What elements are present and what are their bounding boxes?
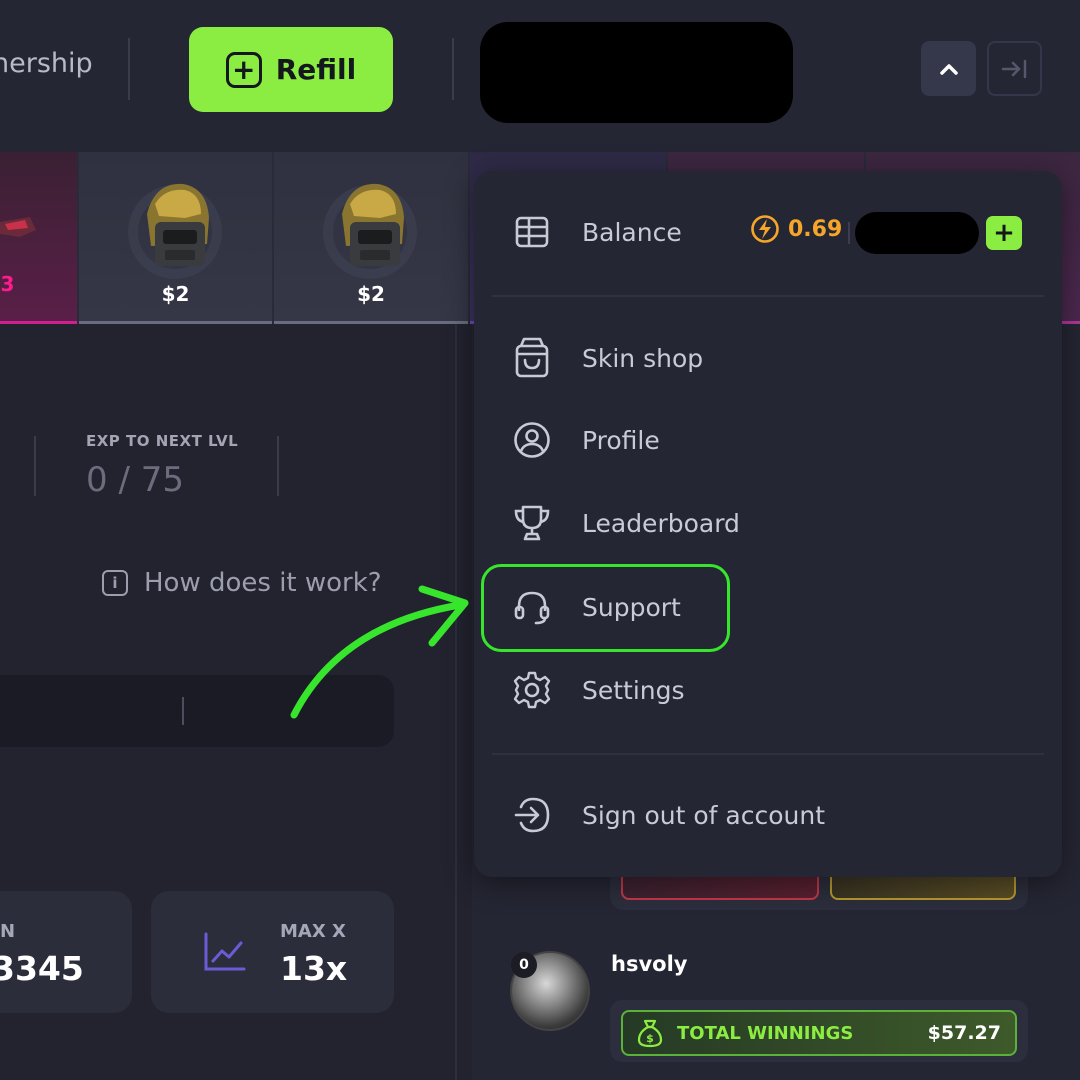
exp-next-level-value: 0 / 75 <box>86 460 184 500</box>
lightning-coin-icon <box>751 215 779 243</box>
stat-divider <box>34 436 36 496</box>
signout-label: Sign out of account <box>582 800 826 830</box>
drop-item-price: $3 <box>0 272 15 296</box>
stat-label: MAX X <box>280 921 346 942</box>
nav-divider <box>128 38 130 100</box>
drop-item-card[interactable]: $3 <box>0 152 77 324</box>
menu-item-settings[interactable]: Settings <box>512 670 685 710</box>
drop-item-price: $2 <box>357 282 385 306</box>
balance-amount-value: 0.69 <box>788 216 843 242</box>
bar-divider <box>182 697 184 725</box>
annotation-arrow-icon <box>290 585 469 719</box>
weapon-skin-icon <box>0 217 36 237</box>
chevron-up-icon <box>939 63 958 75</box>
menu-item-sign-out[interactable]: Sign out of account <box>512 795 825 835</box>
exp-next-level-label: EXP TO NEXT LVL <box>86 432 239 450</box>
money-bag-icon: $ <box>637 1019 663 1048</box>
stat-value: 13x <box>280 949 348 988</box>
menu-balance-row: Balance <box>512 212 682 252</box>
shopping-bag-icon <box>515 337 549 378</box>
add-balance-button[interactable]: + <box>986 216 1022 250</box>
drop-item-card[interactable]: $2 <box>79 152 272 324</box>
collapse-menu-button[interactable] <box>921 41 976 96</box>
total-winnings-label: TOTAL WINNINGS <box>677 1022 854 1044</box>
menu-item-leaderboard[interactable]: Leaderboard <box>512 503 740 543</box>
drop-item-card[interactable]: $2 <box>274 152 468 324</box>
balance-label: Balance <box>582 217 682 247</box>
nav-partnership-link[interactable]: nership <box>0 48 93 79</box>
gear-icon <box>513 671 551 709</box>
menu-separator <box>492 753 1044 755</box>
svg-text:$: $ <box>646 1032 654 1045</box>
level-badge: 0 <box>511 952 537 978</box>
refill-button[interactable]: + Refill <box>189 27 393 112</box>
nav-divider <box>452 38 454 100</box>
menu-item-label: Skin shop <box>582 343 704 373</box>
redacted-balance <box>855 212 979 254</box>
stat-card-max-x: MAX X 13x <box>151 891 394 1013</box>
balance-database-icon <box>515 216 549 248</box>
username[interactable]: hsvoly <box>611 952 687 976</box>
support-highlight-box <box>481 564 730 652</box>
helmet-skin-icon <box>128 183 222 279</box>
trophy-icon <box>514 505 550 541</box>
plus-icon: + <box>225 51 262 88</box>
balance-divider <box>848 222 850 244</box>
menu-item-label: Profile <box>582 425 660 455</box>
stat-divider <box>277 436 279 496</box>
menu-item-label: Leaderboard <box>582 508 740 538</box>
sign-out-icon <box>514 797 550 833</box>
total-winnings-amount: $57.27 <box>927 1022 1001 1044</box>
menu-item-skin-shop[interactable]: Skin shop <box>512 336 703 380</box>
stat-value: 3345 <box>0 949 84 988</box>
info-icon: i <box>102 570 128 596</box>
menu-item-profile[interactable]: Profile <box>512 420 660 460</box>
user-circle-icon <box>514 422 550 458</box>
menu-separator <box>492 295 1044 297</box>
balance-amount: 0.69 <box>750 214 842 244</box>
stat-label: N <box>0 921 16 942</box>
refill-label: Refill <box>275 53 357 86</box>
chart-trend-icon <box>204 932 246 971</box>
drop-item-price: $2 <box>161 282 190 306</box>
stat-card-wins: N 3345 <box>0 891 132 1013</box>
total-winnings-pill: $ TOTAL WINNINGS $57.27 <box>621 1010 1017 1056</box>
redacted-user-area <box>480 22 793 123</box>
sidebar-toggle-button[interactable] <box>987 41 1042 96</box>
helmet-skin-icon <box>323 183 417 279</box>
menu-item-label: Settings <box>582 675 685 705</box>
sidebar-exit-icon <box>1001 59 1026 78</box>
